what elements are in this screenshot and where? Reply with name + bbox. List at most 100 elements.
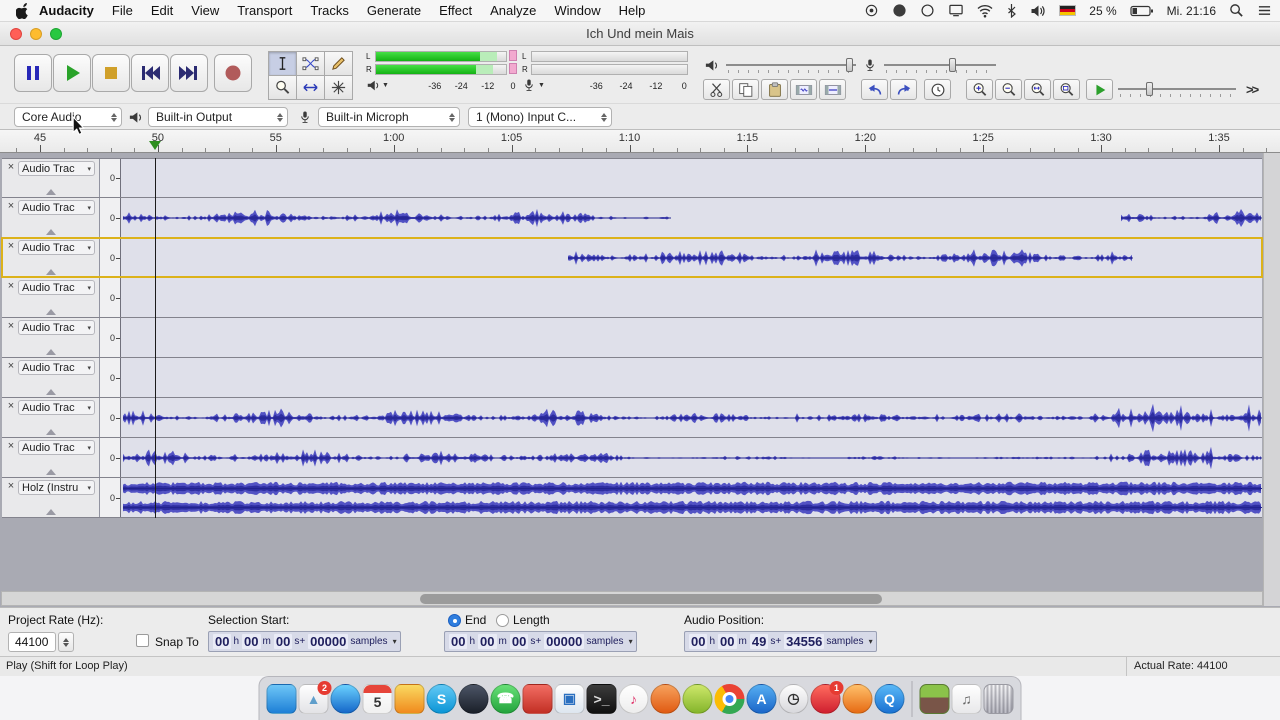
play-speed-thumb[interactable] (1146, 82, 1153, 96)
track-vertical-ruler[interactable]: 0 (100, 318, 121, 357)
menubar-clock[interactable]: Mi. 21:16 (1167, 4, 1216, 18)
dock-icon-photos[interactable]: ▲2 (299, 684, 329, 714)
input-volume-slider[interactable] (884, 58, 996, 73)
playhead-marker[interactable] (149, 141, 161, 150)
notification-center-icon[interactable] (1257, 4, 1272, 17)
dark-menu-extra-icon[interactable] (892, 3, 907, 18)
recording-meter[interactable]: LR ▼ -36-24-120 (522, 50, 690, 102)
toolbar-overflow-chevron[interactable]: >> (1246, 82, 1257, 97)
redo-button[interactable] (890, 79, 917, 100)
fit-project-button[interactable] (1053, 79, 1080, 100)
track-row[interactable]: ×Audio Trac▾0 (2, 238, 1262, 278)
vertical-scrollbar[interactable] (1263, 153, 1280, 606)
sync-lock-button[interactable] (924, 79, 951, 100)
track-expand-handle[interactable] (46, 389, 56, 395)
dock-icon-red-app[interactable] (523, 684, 553, 714)
fit-selection-button[interactable] (1024, 79, 1051, 100)
time-digits-m[interactable]: 00 (718, 634, 736, 649)
track-title-menu[interactable]: Audio Trac▾ (18, 440, 95, 455)
battery-icon[interactable] (1130, 4, 1154, 18)
menu-item-tracks[interactable]: Tracks (301, 3, 358, 18)
dock-icon-terminal[interactable]: >_ (587, 684, 617, 714)
track-control-panel[interactable]: ×Audio Trac▾ (2, 198, 100, 237)
track-row[interactable]: ×Audio Trac▾0 (2, 318, 1262, 358)
track-vertical-ruler[interactable]: 0 (100, 438, 121, 477)
draw-tool-button[interactable] (324, 51, 353, 76)
selection-end-time[interactable]: 00h00m00s+00000samples▾ (444, 631, 637, 652)
multi-tool-button[interactable] (324, 75, 353, 100)
track-close-button[interactable]: × (5, 440, 17, 453)
track-waveform-area[interactable] (121, 358, 1262, 397)
dock-icon-skype[interactable]: S (427, 684, 457, 714)
menu-item-generate[interactable]: Generate (358, 3, 430, 18)
dock-icon-music-app[interactable]: ♫ (952, 684, 982, 714)
dock-icon-whatsapp[interactable]: ☎ (491, 684, 521, 714)
audio-position-time[interactable]: 00h00m49s+34556samples▾ (684, 631, 877, 652)
track-control-panel[interactable]: ×Audio Trac▾ (2, 318, 100, 357)
play-button[interactable] (53, 54, 91, 92)
menu-item-effect[interactable]: Effect (430, 3, 481, 18)
track-waveform-area[interactable] (121, 478, 1262, 517)
dock-icon-amber-app[interactable] (395, 684, 425, 714)
dock-icon-dark-app[interactable] (459, 684, 489, 714)
circle-menu-extra-icon[interactable] (920, 3, 935, 18)
input-volume-thumb[interactable] (949, 58, 956, 72)
track-title-menu[interactable]: Audio Trac▾ (18, 240, 95, 255)
track-close-button[interactable]: × (5, 320, 17, 333)
input-device-select[interactable]: Built-in Microph (318, 107, 460, 127)
dock-icon-trash[interactable] (984, 684, 1014, 714)
apple-menu[interactable] (8, 3, 37, 19)
time-format-dropdown-icon[interactable]: ▾ (869, 637, 873, 646)
menu-item-file[interactable]: File (103, 3, 142, 18)
track-expand-handle[interactable] (46, 229, 56, 235)
track-row[interactable]: ×Audio Trac▾0 (2, 278, 1262, 318)
menu-item-help[interactable]: Help (610, 3, 655, 18)
track-vertical-ruler[interactable]: 0 (100, 398, 121, 437)
window-titlebar[interactable]: Ich Und mein Mais (0, 22, 1280, 46)
record-button[interactable] (214, 54, 252, 92)
selection-start-time[interactable]: 00h00m00s+00000samples▾ (208, 631, 401, 652)
track-title-menu[interactable]: Audio Trac▾ (18, 161, 95, 176)
track-row[interactable]: ×Audio Trac▾ 0 (2, 438, 1262, 478)
dock-icon-clock[interactable]: ◷ (779, 684, 809, 714)
dock-icon-appstore[interactable]: A (747, 684, 777, 714)
track-close-button[interactable]: × (5, 161, 17, 174)
envelope-tool-button[interactable] (296, 51, 325, 76)
silence-audio-button[interactable] (819, 79, 846, 100)
time-digits-m[interactable]: 00 (478, 634, 496, 649)
stop-button[interactable] (92, 54, 130, 92)
track-title-menu[interactable]: Audio Trac▾ (18, 320, 95, 335)
playback-meter[interactable]: LR ▼ -36-24-120 (366, 50, 518, 102)
copy-button[interactable] (732, 79, 759, 100)
spotlight-icon[interactable] (1229, 3, 1244, 18)
track-control-panel[interactable]: ×Audio Trac▾ (2, 278, 100, 317)
track-title-menu[interactable]: Audio Trac▾ (18, 280, 95, 295)
project-rate-select[interactable]: 44100 (8, 632, 56, 652)
audio-host-select[interactable]: Core Audio (14, 107, 122, 127)
time-digits-s[interactable]: 00 (510, 634, 528, 649)
track-control-panel[interactable]: ×Audio Trac▾ (2, 238, 100, 277)
menu-item-window[interactable]: Window (545, 3, 609, 18)
track-close-button[interactable]: × (5, 240, 17, 253)
track-expand-handle[interactable] (46, 509, 56, 515)
track-expand-handle[interactable] (46, 189, 56, 195)
track-vertical-ruler[interactable]: 0 (100, 159, 121, 197)
bluetooth-icon[interactable] (1006, 3, 1017, 18)
skip-to-end-button[interactable] (170, 54, 208, 92)
pause-button[interactable] (14, 54, 52, 92)
dock-icon-itunes[interactable]: ♪ (619, 684, 649, 714)
time-digits-samples[interactable]: 00000 (544, 634, 584, 649)
dock-icon-calendar[interactable]: 5 (363, 684, 393, 714)
track-vertical-ruler[interactable]: 0 (100, 238, 121, 277)
meter-dropdown-arrow[interactable]: ▼ (382, 82, 389, 89)
time-digits-h[interactable]: 00 (689, 634, 707, 649)
track-row[interactable]: ×Holz (Instru▾0 (2, 478, 1262, 518)
dock-icon-orange-app[interactable] (651, 684, 681, 714)
dock-icon-red-badge-app[interactable]: 1 (811, 684, 841, 714)
volume-icon[interactable] (1030, 4, 1046, 18)
dock-icon-finder[interactable] (267, 684, 297, 714)
output-volume-slider[interactable] (726, 58, 856, 73)
menu-item-view[interactable]: View (182, 3, 228, 18)
track-control-panel[interactable]: ×Audio Trac▾ (2, 358, 100, 397)
play-speed-slider[interactable] (1118, 82, 1236, 97)
